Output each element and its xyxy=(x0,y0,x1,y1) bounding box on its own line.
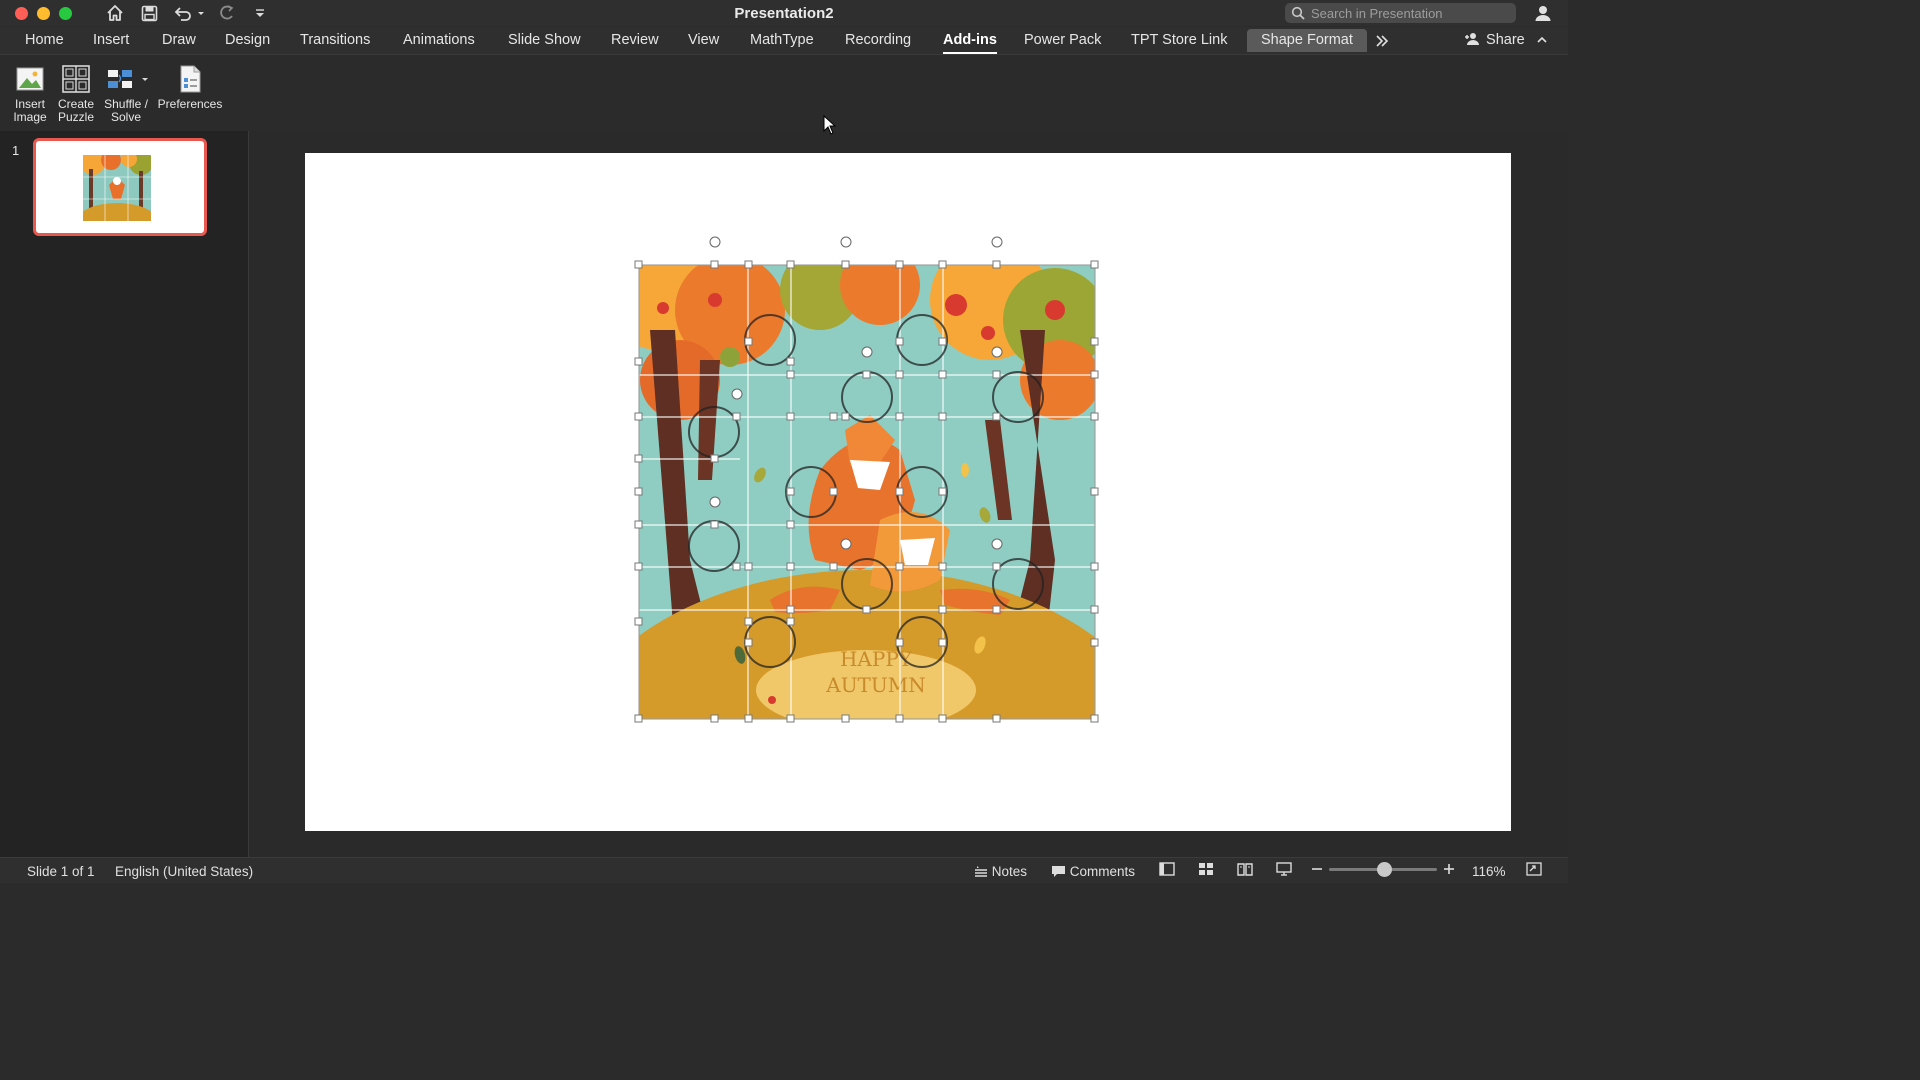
tab-draw[interactable]: Draw xyxy=(162,29,196,52)
tab-shape-format[interactable]: Shape Format xyxy=(1247,29,1367,52)
insert-image-button[interactable]: Insert Image xyxy=(8,63,52,124)
search-input[interactable] xyxy=(1305,5,1511,21)
zoom-level[interactable]: 116% xyxy=(1472,864,1506,879)
tab-power-pack[interactable]: Power Pack xyxy=(1024,29,1101,52)
tab-home[interactable]: Home xyxy=(25,29,64,52)
redo-icon[interactable] xyxy=(216,3,238,23)
notes-button[interactable]: Notes xyxy=(974,864,1027,879)
account-icon[interactable] xyxy=(1532,3,1554,23)
close-window-button[interactable] xyxy=(15,7,28,20)
thumbnail-puzzle-image xyxy=(83,155,151,221)
ribbon-add-ins: Insert Image Create Puzzle Shuffle / Sol… xyxy=(0,54,1568,131)
reading-view-icon[interactable] xyxy=(1237,862,1253,879)
minimize-window-button[interactable] xyxy=(37,7,50,20)
preferences-button[interactable]: Preferences xyxy=(156,63,224,111)
zoom-window-button[interactable] xyxy=(59,7,72,20)
puzzle-image[interactable]: HAPPY AUTUMN xyxy=(620,228,1120,738)
ribbon-tabs: Home Insert Draw Design Transitions Anim… xyxy=(0,27,1568,55)
tab-transitions[interactable]: Transitions xyxy=(300,29,370,52)
slide-thumbnails-pane: 1 xyxy=(0,131,249,857)
slide-position: Slide 1 of 1 xyxy=(27,864,95,879)
puzzle-text-autumn: AUTUMN xyxy=(825,673,925,697)
tab-slide-show[interactable]: Slide Show xyxy=(508,29,581,52)
search-icon xyxy=(1291,6,1305,20)
tab-design[interactable]: Design xyxy=(225,29,270,52)
image-icon xyxy=(8,63,52,95)
comments-label: Comments xyxy=(1069,864,1136,879)
grid-icon xyxy=(54,63,98,95)
fit-slide-icon[interactable] xyxy=(1526,862,1542,879)
shuffle-solve-button[interactable]: Shuffle / Solve xyxy=(100,63,152,124)
notes-label: Notes xyxy=(991,864,1028,879)
share-label: Share xyxy=(1486,32,1525,48)
zoom-out-icon[interactable] xyxy=(1311,861,1323,880)
document-settings-icon xyxy=(156,63,224,95)
shuffle-solve-label-2: Solve xyxy=(110,110,142,124)
tab-insert[interactable]: Insert xyxy=(93,29,129,52)
search-box[interactable] xyxy=(1285,3,1516,23)
save-icon[interactable] xyxy=(138,3,160,23)
add-person-icon xyxy=(1465,33,1479,45)
shuffle-icon xyxy=(100,63,152,95)
tab-animations[interactable]: Animations xyxy=(403,29,475,52)
status-bar: Slide 1 of 1 English (United States) Not… xyxy=(0,857,1568,883)
customize-toolbar-icon[interactable] xyxy=(252,3,268,23)
slide-thumbnail[interactable] xyxy=(33,138,207,236)
slide-number: 1 xyxy=(12,143,20,158)
tab-review[interactable]: Review xyxy=(611,29,659,52)
home-icon[interactable] xyxy=(104,3,126,23)
more-tabs-chevron-icon[interactable] xyxy=(1375,29,1389,52)
create-puzzle-button[interactable]: Create Puzzle xyxy=(54,63,98,124)
puzzle-text-happy: HAPPY xyxy=(840,647,913,671)
create-puzzle-label-2: Puzzle xyxy=(57,110,95,124)
share-button[interactable]: Share xyxy=(1464,29,1525,52)
slideshow-icon[interactable] xyxy=(1276,862,1292,879)
slide-sorter-icon[interactable] xyxy=(1198,862,1214,879)
preferences-label: Preferences xyxy=(157,97,223,111)
tab-recording[interactable]: Recording xyxy=(845,29,911,52)
tab-view[interactable]: View xyxy=(688,29,719,52)
zoom-slider-thumb[interactable] xyxy=(1377,862,1392,877)
notes-icon xyxy=(975,866,987,877)
tab-tpt-store-link[interactable]: TPT Store Link xyxy=(1131,29,1227,52)
title-bar: Presentation2 xyxy=(0,0,1568,26)
mouse-cursor-icon xyxy=(823,115,837,135)
language-indicator[interactable]: English (United States) xyxy=(115,864,253,879)
tab-add-ins[interactable]: Add-ins xyxy=(943,29,997,55)
tab-mathtype[interactable]: MathType xyxy=(750,29,814,52)
zoom-in-icon[interactable] xyxy=(1443,861,1455,880)
insert-image-label-2: Image xyxy=(13,110,47,124)
undo-icon[interactable] xyxy=(171,3,205,23)
collapse-ribbon-chevron-icon[interactable] xyxy=(1536,29,1548,52)
comments-button[interactable]: Comments xyxy=(1051,864,1135,879)
comment-icon xyxy=(1052,866,1065,877)
normal-view-icon[interactable] xyxy=(1159,862,1175,879)
